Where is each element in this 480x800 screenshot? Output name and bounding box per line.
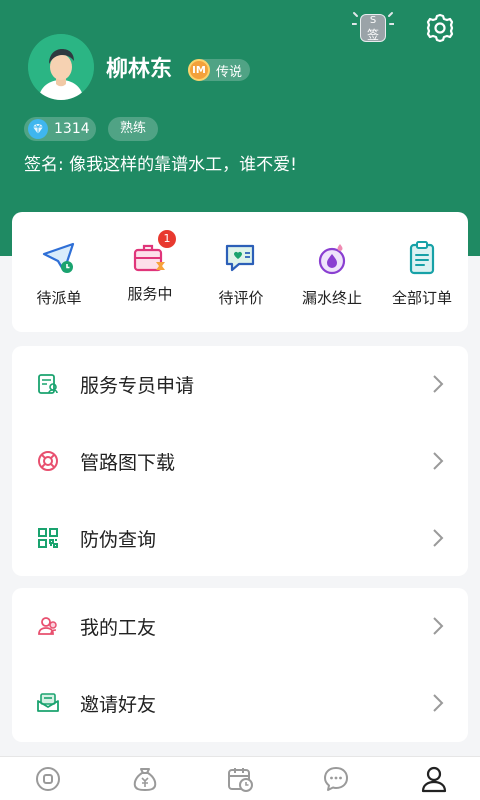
- order-pending-review[interactable]: 待评价: [205, 240, 277, 308]
- menu-label: 服务专员申请: [80, 374, 195, 397]
- signin-badge-label: 签: [366, 28, 379, 42]
- clipboard-list-icon: [409, 241, 435, 275]
- menu-label: 邀请好友: [80, 693, 157, 716]
- person-icon[interactable]: [420, 765, 448, 793]
- money-bag-icon[interactable]: [131, 765, 159, 793]
- home-circle-icon[interactable]: [34, 765, 62, 793]
- skill-tag: 熟练: [108, 117, 158, 141]
- menu-item-service-specialist[interactable]: 服务专员申请: [12, 346, 468, 422]
- signature-text: 签名: 像我这样的靠谱水工，谁不爱!: [24, 155, 297, 175]
- invite-mail-icon: [37, 693, 59, 712]
- order-label: 全部订单: [391, 289, 452, 307]
- chevron-right-icon: [433, 617, 444, 635]
- chat-heart-icon: [225, 244, 255, 272]
- menu-label: 我的工友: [80, 616, 157, 639]
- order-label: 漏水终止: [301, 289, 362, 307]
- signin-badge-s: S: [369, 15, 377, 26]
- menu-item-coworkers[interactable]: 我的工友: [12, 588, 468, 664]
- level-crown-icon: IM: [188, 59, 210, 81]
- chevron-right-icon: [433, 694, 444, 712]
- level-badge: IM 传说: [188, 59, 250, 81]
- diamond-count: 1314: [54, 121, 90, 137]
- menu-group-social: 我的工友 邀请好友: [12, 588, 468, 742]
- menu-group-services: 服务专员申请 管路图下载 防伪查询: [12, 346, 468, 576]
- user-avatar-icon: [28, 34, 94, 100]
- chevron-right-icon: [433, 375, 444, 393]
- menu-item-pipe-diagram[interactable]: 管路图下载: [12, 423, 468, 499]
- menu-item-anti-counterfeit[interactable]: 防伪查询: [12, 500, 468, 576]
- order-pending-dispatch[interactable]: 待派单: [23, 240, 95, 308]
- chat-bubble-icon[interactable]: [322, 765, 350, 793]
- lifebuoy-icon: [38, 451, 58, 471]
- daily-signin-button[interactable]: S 签: [352, 10, 394, 44]
- chevron-right-icon: [433, 529, 444, 547]
- friends-icon: [38, 617, 57, 635]
- menu-item-invite-friends[interactable]: 邀请好友: [12, 665, 468, 741]
- gear-icon[interactable]: [424, 12, 456, 44]
- menu-label: 防伪查询: [80, 528, 157, 551]
- signin-badge: S 签: [360, 14, 386, 42]
- bottom-tab-bar: [0, 756, 480, 800]
- order-label: 待派单: [36, 289, 82, 307]
- in-service-badge: 1: [158, 230, 176, 248]
- order-all[interactable]: 全部订单: [386, 240, 458, 308]
- order-label: 待评价: [218, 289, 264, 307]
- diamond-icon: [28, 119, 48, 139]
- order-status-card: 待派单 1 服务中 待评价 漏水终止 全部订单: [12, 212, 468, 332]
- avatar[interactable]: [28, 34, 94, 100]
- order-leak-terminated[interactable]: 漏水终止: [296, 240, 368, 308]
- diamond-balance[interactable]: 1314: [24, 117, 96, 141]
- id-card-icon: [38, 374, 58, 394]
- calendar-clock-icon[interactable]: [226, 765, 254, 793]
- chevron-right-icon: [433, 452, 444, 470]
- level-label: 传说: [216, 64, 243, 80]
- user-name: 柳林东: [106, 57, 173, 82]
- menu-label: 管路图下载: [80, 451, 176, 474]
- water-drop-icon: [318, 244, 346, 275]
- order-label: 服务中: [127, 285, 173, 303]
- qr-code-icon: [38, 528, 58, 548]
- paper-plane-clock-icon: [42, 242, 75, 273]
- order-in-service[interactable]: 1 服务中: [114, 230, 186, 304]
